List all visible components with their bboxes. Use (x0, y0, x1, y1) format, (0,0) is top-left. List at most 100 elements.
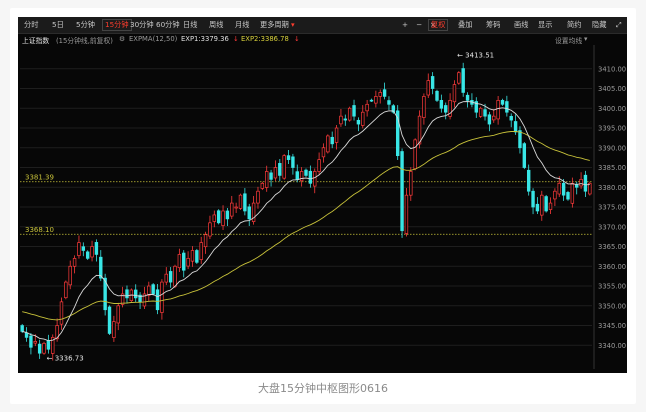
candle-body (173, 265, 177, 287)
y-tick-label: 3385.00 (598, 164, 626, 172)
candle-body (326, 135, 330, 153)
candle-body (29, 335, 33, 348)
candle-body (317, 159, 321, 172)
candle-body (404, 194, 409, 234)
candle-body (199, 242, 203, 260)
candle-body (151, 284, 155, 295)
candle-body (583, 174, 588, 192)
candle-body (186, 258, 190, 267)
candle-body (339, 115, 343, 125)
candle-body (330, 136, 334, 145)
candle-body (557, 182, 561, 195)
y-tick-label: 3380.00 (598, 184, 626, 192)
candle-body (77, 242, 81, 256)
candle-body (561, 182, 566, 196)
candle-body (361, 111, 365, 126)
candle-body (190, 250, 195, 262)
candle-body (90, 246, 94, 258)
candle-body (85, 251, 90, 259)
candle-body (347, 107, 352, 121)
candle-body (182, 252, 186, 271)
candle-body (570, 182, 575, 204)
candle-body (478, 107, 483, 117)
candle-body (422, 96, 426, 118)
candle-body (260, 182, 265, 189)
candle-body (435, 90, 439, 101)
candle-body (269, 172, 273, 180)
candle-body (247, 206, 251, 220)
candle-body (216, 210, 221, 224)
candle-body (164, 273, 168, 283)
candle-body (278, 163, 282, 176)
candle-body (387, 100, 391, 105)
candle-body (168, 271, 173, 283)
candle-body (334, 127, 339, 143)
candle-body (382, 89, 387, 97)
candle-body (177, 254, 182, 269)
y-tick-label: 3370.00 (598, 223, 626, 231)
candle-body (221, 210, 225, 226)
candle-body (540, 194, 544, 216)
candle-body (535, 203, 540, 212)
candle-body (518, 130, 522, 149)
candle-body (417, 115, 422, 145)
y-tick-label: 3400.00 (598, 105, 626, 113)
y-tick-label: 3365.00 (598, 243, 626, 251)
candle-body (234, 206, 238, 209)
candle-body (37, 343, 42, 354)
candle-body (457, 72, 461, 84)
candle-body (321, 147, 326, 158)
candle-body (299, 171, 304, 182)
candle-body (500, 100, 505, 105)
candle-body (308, 170, 313, 184)
exp1-line (22, 101, 590, 342)
y-tick-label: 3390.00 (598, 144, 626, 152)
candle-body (238, 194, 243, 209)
candle-body (526, 169, 531, 192)
price-annotation: ← 3336.73 (47, 355, 84, 363)
candle-body (483, 109, 487, 117)
y-tick-label: 3360.00 (598, 263, 626, 271)
y-tick-label: 3395.00 (598, 125, 626, 133)
candle-body (147, 285, 151, 296)
y-tick-label: 3410.00 (598, 65, 626, 73)
candle-body (413, 139, 417, 170)
candle-body (356, 119, 361, 125)
candle-body (256, 190, 260, 204)
candle-body (99, 256, 103, 279)
candle-body (313, 171, 317, 187)
stock-chart-panel: 分时 5日 5分钟 15分钟 30分钟 60分钟 日线 周线 月线 更多周期 ▾… (18, 17, 627, 373)
y-tick-label: 3355.00 (598, 283, 626, 291)
candle-body (112, 321, 116, 338)
candle-body (548, 202, 553, 210)
level-label: 3381.39 (25, 173, 54, 181)
candle-body (125, 289, 129, 299)
candle-body (444, 105, 448, 113)
candle-body (553, 190, 557, 200)
candle-body (575, 184, 579, 188)
candle-body (566, 192, 570, 200)
candle-body (295, 171, 299, 180)
y-tick-label: 3350.00 (598, 302, 626, 310)
candle-body (59, 301, 64, 325)
level-label: 3368.10 (25, 226, 54, 234)
price-annotation: ← 3413.51 (457, 51, 494, 59)
candle-body (579, 179, 583, 187)
candle-body (409, 171, 413, 196)
figure-caption: 大盘15分钟中枢图形0616 (258, 382, 388, 395)
candle-body (513, 121, 518, 133)
candle-body (94, 242, 99, 255)
y-tick-label: 3375.00 (598, 204, 626, 212)
candle-body (304, 169, 308, 176)
candle-body (365, 103, 369, 112)
candle-body (208, 222, 212, 237)
candle-body (531, 190, 535, 208)
candle-body (282, 155, 286, 179)
candle-body (378, 92, 382, 97)
candle-body (461, 68, 465, 93)
y-tick-label: 3405.00 (598, 85, 626, 93)
candle-body (544, 196, 548, 212)
candle-body (33, 340, 37, 344)
candle-body (160, 281, 164, 313)
candle-body (374, 96, 378, 104)
